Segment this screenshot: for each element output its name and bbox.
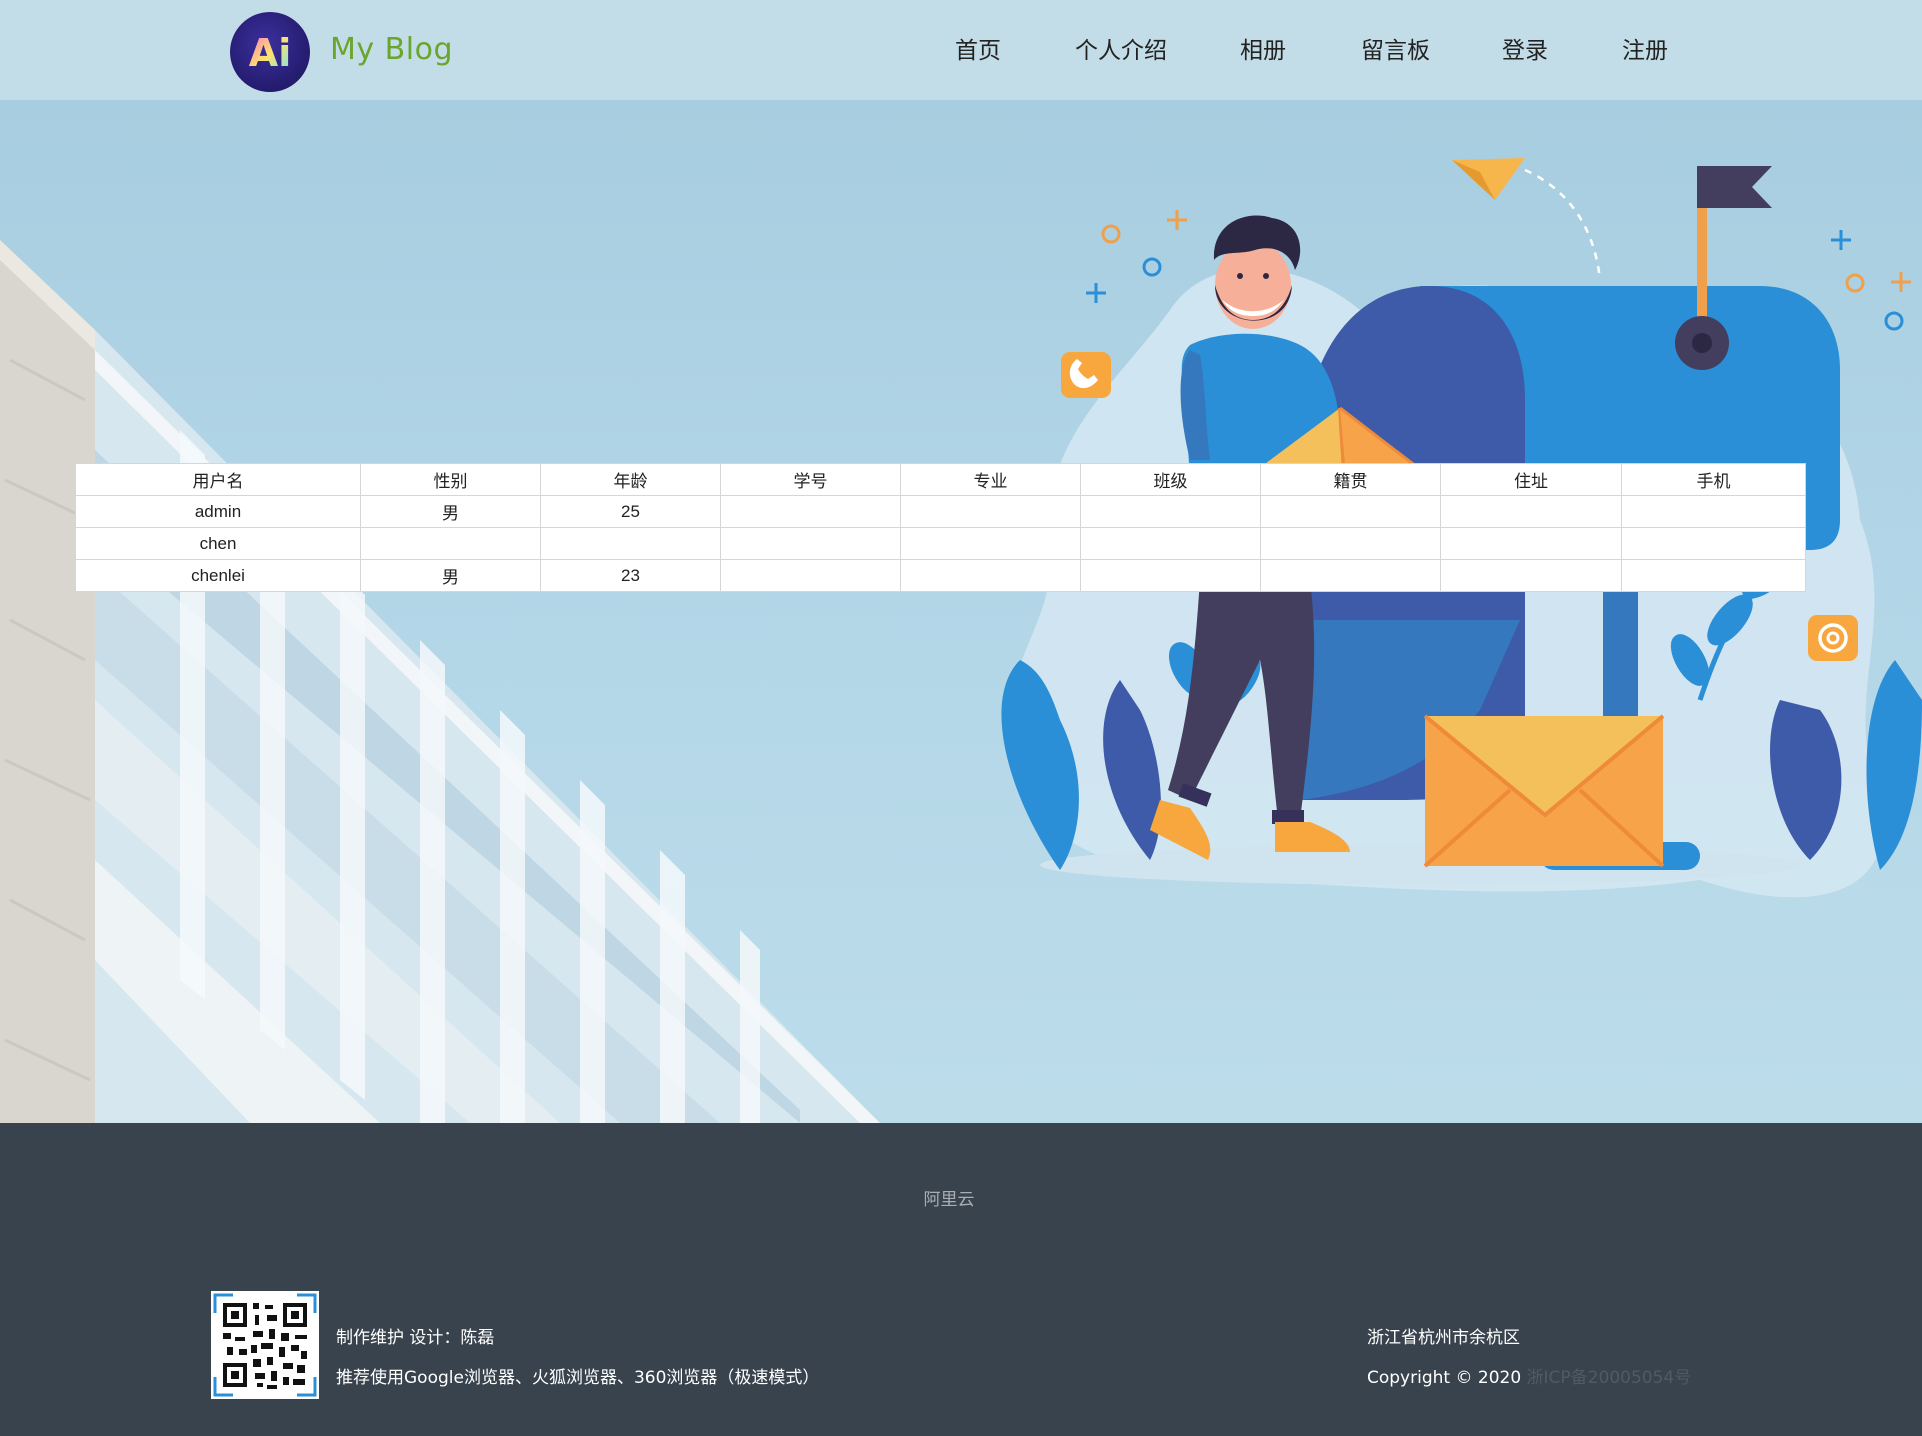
- column-header-username: 用户名: [75, 463, 361, 496]
- nav-album[interactable]: 相册: [1240, 31, 1286, 65]
- table-row: chenlei 男 23: [75, 559, 1806, 592]
- logo-letters: Ai: [249, 31, 291, 75]
- column-header-major: 专业: [900, 463, 1081, 496]
- icp-link[interactable]: 浙ICP备20005054号: [1527, 1368, 1692, 1388]
- hero-illustration: [0, 158, 1922, 1123]
- nav-register[interactable]: 注册: [1622, 31, 1668, 65]
- phone-icon: [1061, 352, 1111, 398]
- table-cell: [1621, 559, 1806, 592]
- qr-code-icon: [211, 1291, 319, 1399]
- table-cell: [720, 495, 901, 528]
- nav-about[interactable]: 个人介绍: [1075, 31, 1167, 65]
- column-header-address: 住址: [1440, 463, 1622, 496]
- table-cell: [1260, 559, 1441, 592]
- column-header-gender: 性别: [360, 463, 541, 496]
- table-cell: [540, 527, 721, 560]
- column-header-class: 班级: [1080, 463, 1261, 496]
- table-cell: [1440, 527, 1622, 560]
- table-cell: chenlei: [75, 559, 361, 592]
- address-text: 浙江省杭州市余杭区: [1367, 1328, 1520, 1348]
- table-row: chen: [75, 527, 1806, 560]
- table-cell: [720, 559, 901, 592]
- table-cell: [1080, 559, 1261, 592]
- table-cell: 23: [540, 559, 721, 592]
- brand-title[interactable]: My Blog: [330, 32, 453, 67]
- column-header-hometown: 籍贯: [1260, 463, 1441, 496]
- table-cell: [1260, 495, 1441, 528]
- site-footer: 阿里云 制作维护 设计：陈磊 推荐使用Google浏览器、火狐浏览器、360浏览…: [0, 1123, 1922, 1436]
- table-cell: [360, 527, 541, 560]
- column-header-age: 年龄: [540, 463, 721, 496]
- logo-icon[interactable]: Ai: [230, 12, 310, 92]
- table-cell: [1621, 495, 1806, 528]
- table-cell: [1080, 527, 1261, 560]
- table-cell: admin: [75, 495, 361, 528]
- table-cell: 男: [360, 495, 541, 528]
- table-cell: [900, 559, 1081, 592]
- table-cell: 25: [540, 495, 721, 528]
- table-cell: [900, 495, 1081, 528]
- column-header-student-id: 学号: [720, 463, 901, 496]
- table-cell: chen: [75, 527, 361, 560]
- hero-banner: [0, 100, 1922, 1123]
- browser-recommendation: 推荐使用Google浏览器、火狐浏览器、360浏览器（极速模式）: [336, 1368, 820, 1388]
- site-header: Ai My Blog 首页 个人介绍 相册 留言板 登录 注册: [0, 0, 1922, 100]
- table-cell: [1621, 527, 1806, 560]
- copyright-text: Copyright © 2020: [1367, 1368, 1522, 1388]
- paper-plane-icon: [1452, 158, 1602, 281]
- table-cell: [720, 527, 901, 560]
- nav-guestbook[interactable]: 留言板: [1361, 31, 1430, 65]
- table-cell: 男: [360, 559, 541, 592]
- users-table: 用户名 性别 年龄 学号 专业 班级 籍贯 住址 手机 admin 男 25 c…: [75, 463, 1806, 592]
- nav-login[interactable]: 登录: [1502, 31, 1548, 65]
- at-sign-icon: [1808, 615, 1858, 661]
- table-header-row: 用户名 性别 年龄 学号 专业 班级 籍贯 住址 手机: [75, 463, 1806, 496]
- table-cell: [1260, 527, 1441, 560]
- nav-home[interactable]: 首页: [955, 31, 1001, 65]
- building-illustration: [0, 240, 880, 1123]
- table-row: admin 男 25: [75, 495, 1806, 528]
- table-cell: [1080, 495, 1261, 528]
- table-cell: [1440, 495, 1622, 528]
- column-header-phone: 手机: [1621, 463, 1806, 496]
- aliyun-link[interactable]: 阿里云: [924, 1190, 975, 1210]
- table-cell: [900, 527, 1081, 560]
- table-cell: [1440, 559, 1622, 592]
- maintainer-text: 制作维护 设计：陈磊: [336, 1328, 495, 1348]
